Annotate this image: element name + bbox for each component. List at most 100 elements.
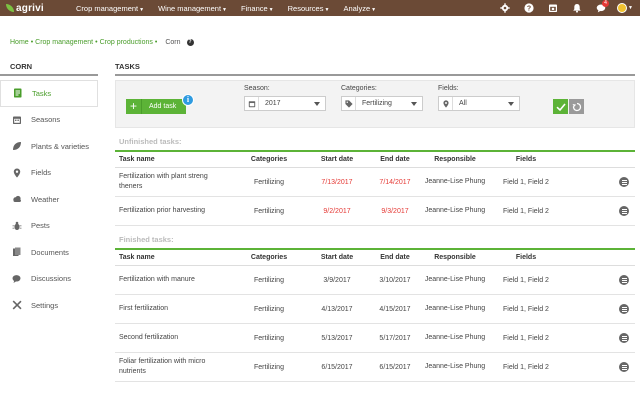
breadcrumb-crop-productions[interactable]: Crop productions [100,39,153,46]
apply-filter-button[interactable] [553,99,568,114]
task-name[interactable]: First fertilization [115,304,230,314]
chat-notifications-icon[interactable]: 4 [592,0,610,16]
col-fields[interactable]: Fields [486,254,566,261]
categories-value: Fertilizing [362,100,392,107]
nav-wine-management[interactable]: Wine management▼ [158,4,227,13]
fields-select[interactable]: All [438,96,520,111]
unfinished-tasks-table: Task name Categories Start date End date… [115,150,635,226]
row-menu-icon[interactable] [619,362,629,372]
question-icon[interactable]: ? [186,38,194,46]
task-name[interactable]: Second fertilization [115,333,230,343]
col-categories[interactable]: Categories [230,156,308,163]
breadcrumb-home[interactable]: Home [10,39,29,46]
sidebar-item-settings[interactable]: Settings [0,292,98,319]
reset-filter-button[interactable] [569,99,584,114]
sidebar-item-pests[interactable]: Pests [0,213,98,240]
finished-tasks-label: Finished tasks: [119,235,174,244]
brand-name: agrivi [16,2,44,14]
reset-icon [572,102,581,111]
bell-icon[interactable] [568,0,586,16]
help-icon[interactable]: ? [520,0,538,16]
col-categories[interactable]: Categories [230,254,308,261]
sidebar-title: CORN [10,62,33,71]
table-header: Task name Categories Start date End date… [115,150,635,168]
nav-finance[interactable]: Finance▼ [241,4,274,13]
nav-label: Crop management [76,3,139,13]
task-start-date: 3/9/2017 [323,276,351,284]
sidebar-item-documents[interactable]: Documents [0,239,98,266]
row-menu-icon[interactable] [619,275,629,285]
nav-analyze[interactable]: Analyze▼ [343,4,376,13]
sidebar-item-fields[interactable]: Fields [0,160,98,187]
filter-panel: + Add task i Season: 2017 Categories: Fe… [115,80,635,128]
nav-label: Wine management [158,3,222,13]
breadcrumb-crop-management[interactable]: Crop management [35,39,93,46]
sidebar-item-discussions[interactable]: Discussions [0,266,98,293]
nav-crop-management[interactable]: Crop management▼ [76,4,144,13]
table-row[interactable]: First fertilization Fertilizing 4/13/201… [115,295,635,324]
caret-down-icon: ▼ [324,6,330,13]
col-task-name[interactable]: Task name [115,155,230,165]
col-start-date[interactable]: Start date [308,254,366,261]
table-row[interactable]: Fertilization with plant streng theners … [115,168,635,197]
task-end-date: 4/15/2017 [379,305,411,313]
task-name[interactable]: Fertilization prior harvesting [115,206,230,216]
calendar-icon [12,115,22,125]
col-task-name[interactable]: Task name [115,253,230,263]
table-row[interactable]: Fertilization with manure Fertilizing 3/… [115,266,635,295]
caret-down-icon [411,101,417,106]
col-end-date[interactable]: End date [366,156,424,163]
task-fields: Field 1, Field 2 [503,363,549,371]
row-menu-icon[interactable] [619,206,629,216]
task-name[interactable]: Fertilization with plant streng theners [115,172,230,192]
agrivi-logo[interactable]: agrivi [6,3,66,14]
task-start-date: 5/13/2017 [321,334,353,342]
calendar-icon[interactable] [544,0,562,16]
col-responsible[interactable]: Responsible [424,155,486,165]
plus-icon: + [126,99,142,114]
sidebar-item-label: Seasons [31,115,61,125]
caret-down-icon: ▼ [222,6,227,13]
sidebar-item-tasks[interactable]: Tasks [0,80,98,107]
finished-tasks-table: Task name Categories Start date End date… [115,248,635,382]
table-row[interactable]: Fertilization prior harvesting Fertilizi… [115,197,635,226]
sidebar-item-weather[interactable]: Weather [0,186,98,213]
col-start-date[interactable]: Start date [308,156,366,163]
categories-select[interactable]: Fertilizing [341,96,423,111]
breadcrumb-current: Corn [165,38,181,46]
map-pin-icon [12,168,22,178]
map-pin-icon [439,97,453,110]
caret-down-icon: ▼ [139,6,145,13]
settings-gear-icon[interactable] [496,0,514,16]
task-responsible: Jeanne-Lise Phung [424,207,486,214]
nav-resources[interactable]: Resources▼ [288,4,330,13]
task-fields: Field 1, Field 2 [503,178,549,186]
task-responsible: Jeanne-Lise Phung [424,305,486,312]
task-name[interactable]: Fertilization with manure [115,275,230,285]
col-responsible[interactable]: Responsible [424,253,486,263]
table-row[interactable]: Second fertilization Fertilizing 5/13/20… [115,324,635,353]
season-filter: Season: 2017 [244,85,326,111]
categories-label: Categories: [341,85,377,92]
info-icon[interactable]: i [182,94,194,106]
avatar [617,3,628,13]
add-task-button[interactable]: + Add task [126,99,186,114]
task-end-date: 7/14/2017 [379,178,411,186]
row-menu-icon[interactable] [619,177,629,187]
col-end-date[interactable]: End date [366,254,424,261]
row-menu-icon[interactable] [619,304,629,314]
sidebar-item-plants-varieties[interactable]: Plants & varieties [0,133,98,160]
fields-filter: Fields: All [438,85,520,111]
caret-down-icon: ▼ [268,6,274,13]
sidebar-item-seasons[interactable]: Seasons [0,107,98,134]
row-menu-icon[interactable] [619,333,629,343]
task-category: Fertilizing [254,363,284,371]
table-row[interactable]: Foliar fertilization with micro nutrient… [115,353,635,382]
user-menu[interactable]: ▼ [616,0,634,16]
task-name[interactable]: Foliar fertilization with micro nutrient… [115,357,230,377]
caret-down-icon: ▼ [628,5,633,11]
leaf-logo-icon [6,4,14,12]
season-select[interactable]: 2017 [244,96,326,111]
col-fields[interactable]: Fields [486,156,566,163]
sidebar-item-label: Documents [31,247,69,257]
